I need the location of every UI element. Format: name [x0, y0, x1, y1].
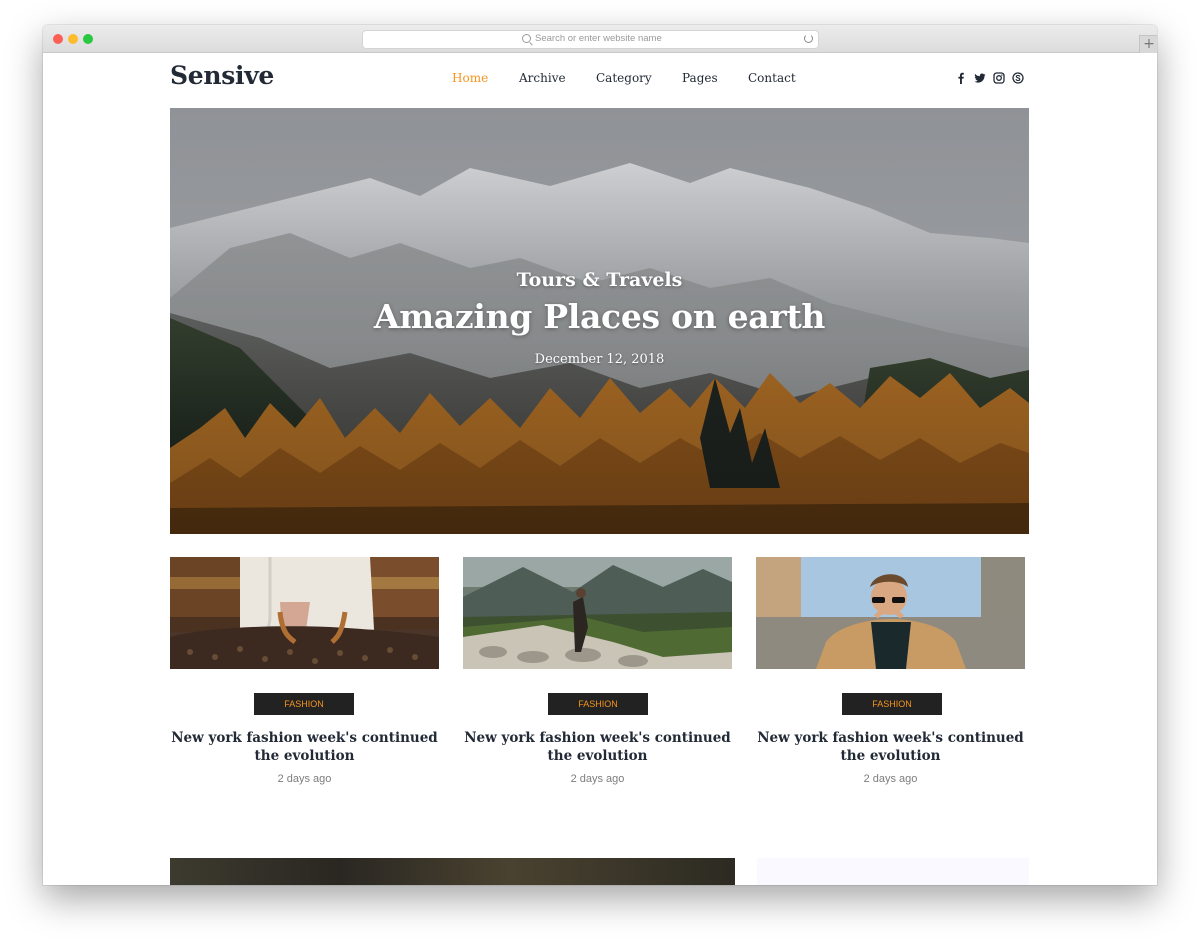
skype-icon[interactable] — [1012, 72, 1024, 84]
post-card[interactable]: Fashion New york fashion week's continue… — [170, 557, 439, 797]
browser-window: Search or enter website name + Sensive H… — [43, 25, 1157, 885]
nav-home[interactable]: Home — [452, 71, 488, 85]
hero-title[interactable]: Amazing Places on earth — [170, 297, 1029, 336]
post-thumbnail[interactable] — [170, 557, 439, 669]
browser-titlebar: Search or enter website name + — [43, 25, 1157, 53]
post-title[interactable]: New york fashion week's continued the ev… — [756, 729, 1025, 765]
hero-banner[interactable]: Tours & Travels Amazing Places on earth … — [170, 108, 1029, 534]
facebook-icon[interactable] — [955, 72, 967, 84]
category-badge[interactable]: Fashion — [842, 693, 942, 715]
instagram-icon[interactable] — [993, 72, 1005, 84]
category-badge[interactable]: Fashion — [254, 693, 354, 715]
post-time: 2 days ago — [863, 773, 918, 785]
featured-post-image[interactable] — [170, 858, 735, 885]
twitter-icon[interactable] — [974, 72, 986, 84]
hero-category[interactable]: Tours & Travels — [170, 269, 1029, 291]
post-card[interactable]: Fashion New york fashion week's continue… — [756, 557, 1025, 797]
post-title[interactable]: New york fashion week's continued the ev… — [170, 729, 439, 765]
hero-date: December 12, 2018 — [534, 352, 665, 367]
post-thumbnail-image — [463, 557, 732, 669]
sidebar-widget — [757, 858, 1029, 885]
zoom-window-button[interactable] — [83, 34, 93, 44]
nav-category[interactable]: Category — [596, 71, 652, 85]
post-time: 2 days ago — [277, 773, 332, 785]
address-bar-placeholder: Search or enter website name — [535, 33, 662, 44]
search-icon — [522, 34, 531, 43]
reload-icon[interactable] — [804, 34, 813, 43]
post-title[interactable]: New york fashion week's continued the ev… — [463, 729, 732, 765]
site-logo[interactable]: Sensive — [170, 61, 274, 90]
category-badge[interactable]: Fashion — [548, 693, 648, 715]
web-page: Sensive Home Archive Category Pages Cont… — [43, 53, 1157, 885]
post-time: 2 days ago — [570, 773, 625, 785]
post-thumbnail-image — [170, 557, 439, 669]
post-thumbnail[interactable] — [756, 557, 1025, 669]
nav-archive[interactable]: Archive — [519, 71, 566, 85]
post-card[interactable]: Fashion New york fashion week's continue… — [463, 557, 732, 797]
minimize-window-button[interactable] — [68, 34, 78, 44]
post-thumbnail-image — [756, 557, 1025, 669]
post-thumbnail[interactable] — [463, 557, 732, 669]
new-tab-button[interactable]: + — [1139, 35, 1157, 53]
close-window-button[interactable] — [53, 34, 63, 44]
nav-pages[interactable]: Pages — [682, 71, 718, 85]
nav-contact[interactable]: Contact — [748, 71, 796, 85]
address-bar[interactable]: Search or enter website name — [362, 30, 819, 49]
